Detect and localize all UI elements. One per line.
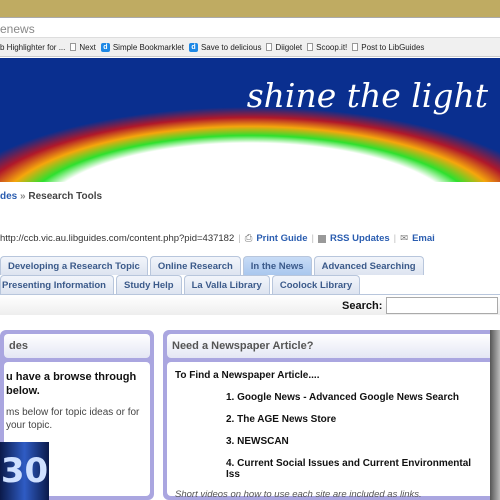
search-label: Search:: [342, 300, 383, 312]
panel-intro: To Find a Newspaper Article....: [175, 370, 320, 381]
list-item-google-news[interactable]: 1. Google News - Advanced Google News Se…: [226, 392, 484, 403]
rss-icon: [317, 234, 326, 243]
delicious-icon: d: [100, 42, 110, 52]
address-text: enews: [0, 22, 35, 36]
bookmark-item[interactable]: Next: [70, 42, 96, 52]
delicious-icon: d: [188, 42, 198, 52]
page-icon: [266, 43, 273, 51]
page-icon: [352, 43, 359, 51]
bookmark-item[interactable]: d Simple Bookmarklet: [100, 42, 184, 52]
list-item-newscan[interactable]: 3. NEWSCAN: [226, 436, 484, 447]
panel-title: Need a Newspaper Article?: [167, 334, 496, 358]
news-thumbnail-image[interactable]: 30: [0, 442, 49, 500]
bookmark-item[interactable]: b Highlighter for ...: [0, 43, 65, 52]
bookmark-label: Save to delicious: [200, 42, 262, 52]
guide-toolbar: http://ccb.vic.au.libguides.com/content.…: [0, 233, 435, 244]
banner-slogan: shine the light: [246, 76, 488, 115]
email-link[interactable]: Emai: [412, 233, 435, 244]
tab-in-the-news[interactable]: In the News: [242, 256, 312, 275]
left-panel-text-line-1: ms below for topic ideas or for: [6, 407, 140, 418]
bookmarks-bar: b Highlighter for ... Next d Simple Bookm…: [0, 38, 500, 57]
page-icon: [70, 43, 77, 51]
tab-online-research[interactable]: Online Research: [149, 256, 241, 275]
breadcrumb-parent-link[interactable]: des: [0, 191, 17, 202]
page-icon: [307, 43, 314, 51]
left-panel-bold-line-1: u have a browse through: [6, 371, 137, 383]
tab-row-2: Presenting Information Study Help La Val…: [0, 275, 362, 294]
video-overlay: [490, 330, 500, 500]
tab-advanced-searching[interactable]: Advanced Searching: [313, 256, 424, 275]
list-item-age-news-store[interactable]: 2. The AGE News Store: [226, 414, 484, 425]
window-titlebar: [0, 0, 500, 17]
print-guide-link[interactable]: Print Guide: [256, 233, 307, 244]
breadcrumb: des » Research Tools: [0, 191, 102, 202]
bookmark-label: Post to LibGuides: [361, 42, 425, 52]
breadcrumb-current: Research Tools: [28, 191, 103, 202]
address-bar[interactable]: enews: [0, 17, 500, 38]
tab-presenting-information[interactable]: Presenting Information: [0, 275, 114, 294]
print-icon: ⎙: [244, 233, 253, 244]
left-panel-text-line-2: your topic.: [6, 420, 53, 431]
bookmark-item[interactable]: Post to LibGuides: [352, 43, 424, 52]
newspaper-article-panel: Need a Newspaper Article? To Find a News…: [163, 330, 500, 500]
guide-url: http://ccb.vic.au.libguides.com/content.…: [0, 233, 235, 244]
bookmark-label: Scoop.it!: [316, 42, 348, 52]
breadcrumb-separator: »: [20, 191, 26, 202]
left-panel-bold-line-2: below.: [6, 385, 40, 397]
rss-updates-link[interactable]: RSS Updates: [330, 233, 390, 244]
bookmark-label: Diigolet: [275, 42, 303, 52]
tab-coolock-library[interactable]: Coolock Library: [271, 275, 361, 294]
tab-study-help[interactable]: Study Help: [115, 275, 182, 294]
tab-la-valla-library[interactable]: La Valla Library: [183, 275, 270, 294]
email-icon: ✉: [400, 233, 409, 244]
bookmark-item[interactable]: Scoop.it!: [307, 43, 347, 52]
bookmark-label: b Highlighter for ...: [0, 42, 66, 52]
left-panel-title: des: [4, 334, 150, 358]
site-banner: shine the light: [0, 58, 500, 182]
bookmark-label: Next: [79, 42, 96, 52]
tab-row-1: Developing a Research Topic Online Resea…: [0, 256, 426, 275]
list-item-current-social-issues[interactable]: 4. Current Social Issues and Current Env…: [226, 458, 484, 480]
panel-note: Short videos on how to use each site are…: [175, 489, 422, 500]
bookmark-item[interactable]: d Save to delicious: [188, 42, 262, 52]
bookmark-label: Simple Bookmarklet: [112, 42, 184, 52]
search-input[interactable]: [386, 297, 498, 314]
tab-developing-research-topic[interactable]: Developing a Research Topic: [0, 256, 148, 275]
bookmark-item[interactable]: Diigolet: [266, 43, 302, 52]
